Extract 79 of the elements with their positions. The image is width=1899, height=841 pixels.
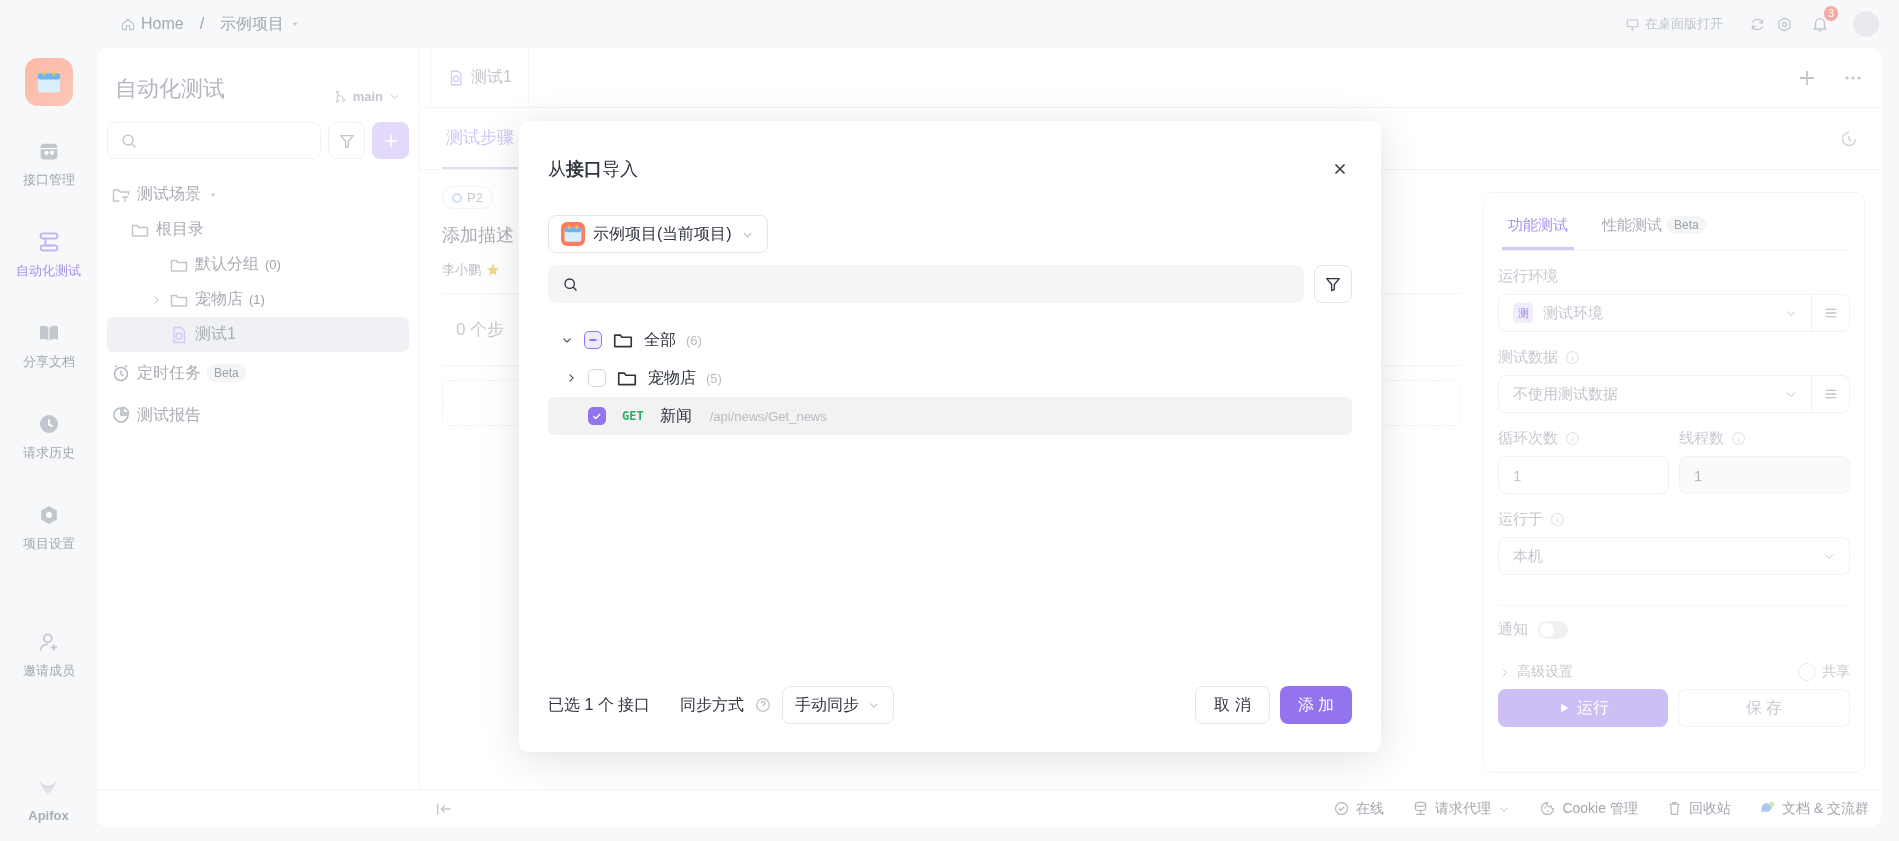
info-icon	[1730, 430, 1747, 447]
nav-label[interactable]: 自动化测试	[16, 261, 81, 280]
selection-summary: 已选 1 个 接口	[548, 694, 651, 715]
pie-chart-icon	[111, 405, 131, 425]
beta-badge: Beta	[1667, 216, 1706, 234]
dialog-title: 从接口导入	[548, 158, 638, 181]
tree-item[interactable]: GET 新闻 /api/news/Get_news	[548, 397, 1352, 435]
http-method: GET	[622, 409, 644, 423]
checkbox[interactable]	[588, 407, 606, 425]
info-icon	[1564, 430, 1581, 447]
help-icon	[754, 696, 773, 714]
notification-badge: 3	[1823, 6, 1838, 21]
field-label: 运行于	[1498, 510, 1543, 529]
info-icon	[1549, 511, 1566, 528]
beta-badge: Beta	[207, 364, 246, 382]
monitor-icon[interactable]	[1625, 16, 1640, 32]
author-name: 李小鹏	[442, 261, 481, 279]
nav-label[interactable]: 接口管理	[22, 170, 75, 189]
tree-item[interactable]: 默认分组 (0)	[107, 247, 409, 282]
advanced-settings-toggle[interactable]: 高级设置	[1517, 663, 1573, 681]
document-tab[interactable]: 测试1	[430, 48, 529, 107]
status-item[interactable]: Cookie 管理	[1539, 799, 1638, 818]
tree-item[interactable]: 宠物店 (1)	[107, 282, 409, 317]
calendar-icon	[561, 222, 585, 246]
tree-item[interactable]: 根目录	[107, 212, 409, 247]
run-button[interactable]: 运行	[1498, 689, 1668, 727]
search-field[interactable]	[107, 122, 321, 159]
save-button[interactable]: 保 存	[1678, 689, 1850, 727]
alarm-clock-icon	[111, 363, 131, 383]
tree-item[interactable]: 测试1	[107, 317, 409, 352]
filter-button[interactable]	[1314, 265, 1352, 303]
select-field[interactable]: 不使用测试数据	[1498, 375, 1850, 413]
search-icon	[562, 275, 579, 293]
nav-label[interactable]: 邀请成员	[22, 661, 75, 680]
cookie-icon	[1539, 800, 1557, 817]
status-item[interactable]: 在线	[1333, 799, 1385, 818]
nav-label[interactable]: 请求历史	[22, 443, 75, 462]
tab[interactable]: 性能测试 Beta	[1596, 203, 1712, 250]
tree-item[interactable]: 全部 (6)	[548, 321, 1352, 359]
nav-label[interactable]: 项目设置	[22, 534, 75, 553]
field-label: 循环次数	[1498, 429, 1558, 448]
field-label: 同步方式	[680, 694, 745, 715]
bell-icon[interactable]	[1811, 15, 1829, 33]
info-icon	[1564, 349, 1581, 366]
home-link[interactable]: Home	[120, 15, 184, 33]
tree-item[interactable]: 测试报告	[107, 394, 409, 436]
filter-icon	[1324, 275, 1342, 293]
project-select[interactable]: 示例项目(当前项目)	[548, 215, 768, 253]
check-circle-icon	[1333, 800, 1351, 817]
sync-mode-select[interactable]: 手动同步	[782, 686, 895, 724]
tree-item[interactable]: 测试场景	[107, 177, 409, 212]
status-item[interactable]: 回收站	[1665, 799, 1731, 818]
status-item[interactable]: 请求代理	[1412, 799, 1512, 818]
status-item[interactable]: 文档 & 交流群	[1758, 799, 1869, 818]
breadcrumb-separator: /	[199, 15, 205, 33]
nav-label[interactable]: 分享文档	[22, 352, 75, 371]
star-icon	[485, 262, 501, 278]
field-label: 通知	[1498, 620, 1528, 639]
field-label: 线程数	[1679, 429, 1724, 448]
tab[interactable]: 功能测试	[1502, 203, 1574, 250]
search-icon	[120, 131, 138, 150]
environment-tag: 测	[1513, 303, 1533, 323]
cancel-button[interactable]: 取 消	[1195, 686, 1270, 724]
brand-name: Apifox	[28, 808, 69, 823]
branch-switcher[interactable]: main	[332, 89, 401, 104]
checkbox[interactable]	[584, 331, 602, 349]
tree-item[interactable]: 定时任务 Beta	[107, 352, 409, 394]
search-field[interactable]	[548, 265, 1304, 303]
app-logo	[24, 58, 73, 106]
add-button[interactable]: 添 加	[1279, 686, 1352, 724]
select-field[interactable]: 测 测试环境	[1498, 294, 1850, 332]
settings-icon[interactable]	[1776, 15, 1793, 33]
field-label: 测试数据	[1498, 348, 1558, 367]
panel-title: 自动化测试	[115, 75, 226, 103]
add-button[interactable]	[372, 122, 409, 159]
project-switcher[interactable]: 示例项目	[220, 13, 302, 35]
number-field[interactable]: 1	[1498, 456, 1669, 494]
select-field[interactable]: 本机	[1498, 537, 1850, 575]
home-icon	[120, 16, 136, 32]
